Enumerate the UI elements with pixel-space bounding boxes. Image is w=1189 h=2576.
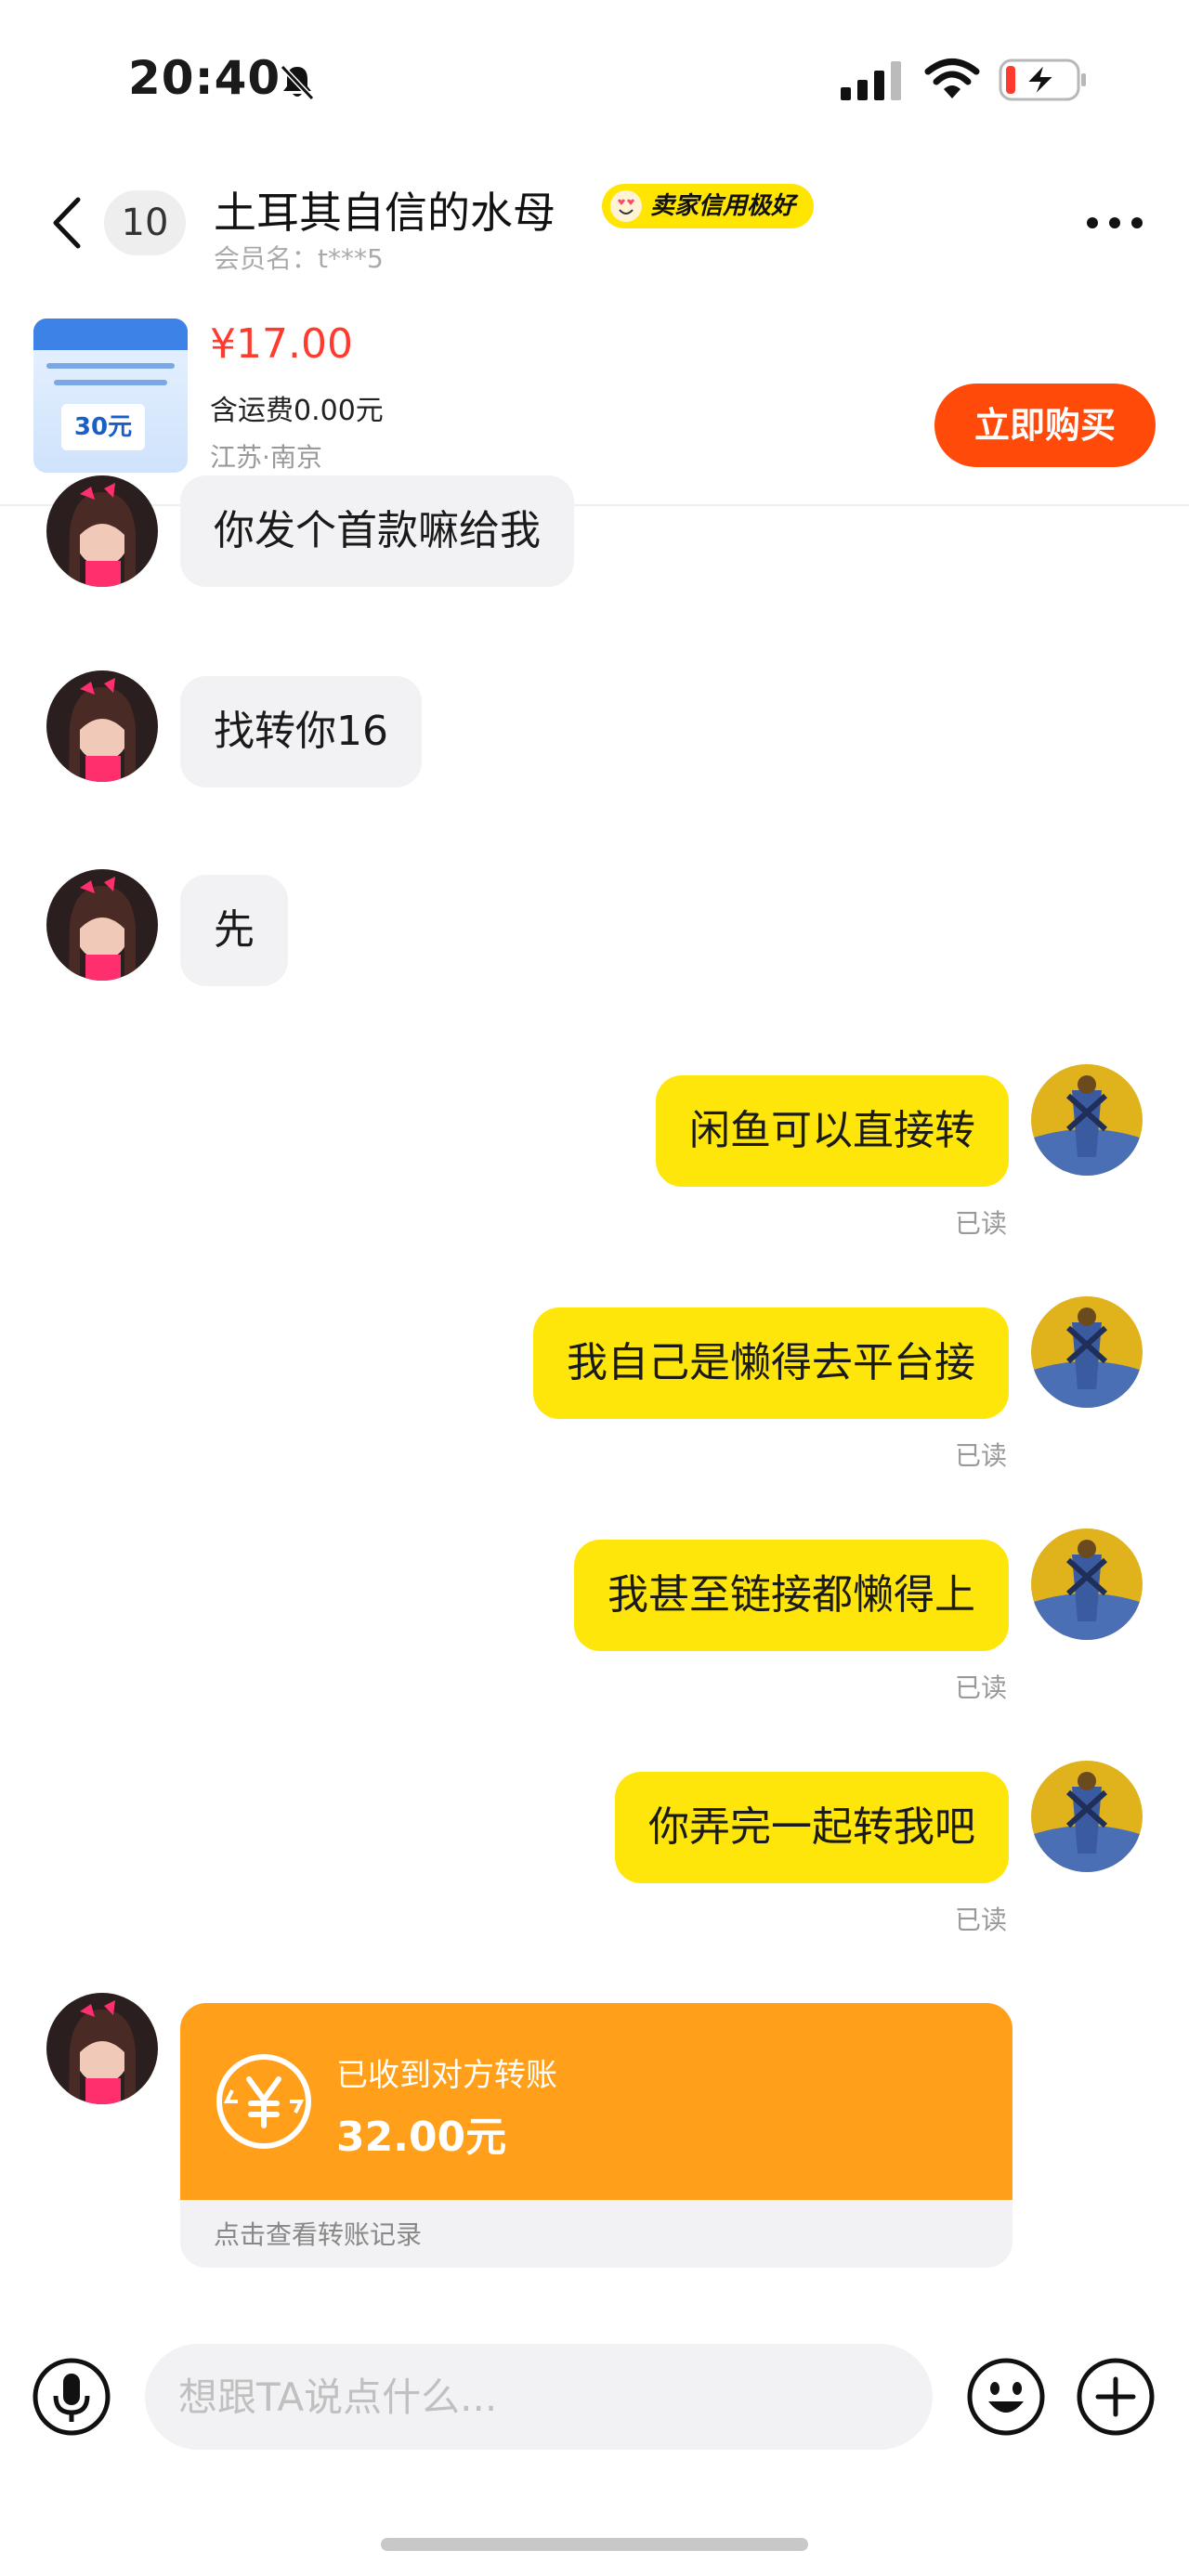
buyer-avatar[interactable] <box>46 475 158 587</box>
read-status: 已读 <box>955 1440 1008 1471</box>
status-bar: 20:40 <box>0 0 1189 163</box>
seller-avatar-image <box>1031 1064 1143 1176</box>
seller-credit-label: 卖家信用极好 <box>650 192 796 220</box>
emoji-icon[interactable] <box>966 2357 1046 2437</box>
thumbnail-price: 30元 <box>61 404 145 450</box>
transfer-card[interactable]: 已收到对方转账 32.00元 点击查看转账记录 <box>180 2003 1013 2268</box>
chat-title: 土耳其自信的水母 <box>214 188 555 238</box>
buyer-avatar[interactable] <box>46 1993 158 2104</box>
seller-avatar[interactable] <box>1031 1761 1143 1872</box>
more-options-icon[interactable] <box>1085 209 1144 237</box>
view-transfer-record-link[interactable]: 点击查看转账记录 <box>214 2215 422 2252</box>
buyer-avatar-image <box>46 1993 158 2104</box>
transfer-card-body: 已收到对方转账 32.00元 <box>180 2003 1013 2200</box>
product-location: 江苏·南京 <box>210 442 322 473</box>
thumbnail-text-line <box>46 363 175 369</box>
thumbnail-text-line <box>54 380 167 385</box>
message-bubble[interactable]: 先 <box>180 875 288 986</box>
product-price: ¥17.00 <box>210 320 353 368</box>
yen-transfer-icon <box>216 2054 311 2149</box>
buy-now-button[interactable]: 立即购买 <box>934 384 1156 467</box>
message-bubble[interactable]: 你弄完一起转我吧 <box>615 1772 1009 1883</box>
wifi-icon <box>924 59 980 98</box>
product-card[interactable]: 30元 ¥17.00 含运费0.00元 江苏·南京 立即购买 <box>0 302 1189 506</box>
seller-avatar-image <box>1031 1761 1143 1872</box>
add-attachment-icon[interactable] <box>1076 2357 1156 2437</box>
seller-avatar[interactable] <box>1031 1529 1143 1640</box>
home-indicator[interactable] <box>381 2538 808 2551</box>
message-bubble[interactable]: 我甚至链接都懒得上 <box>574 1540 1009 1651</box>
product-thumbnail[interactable]: 30元 <box>33 319 188 473</box>
thumbnail-banner <box>33 319 188 350</box>
buyer-avatar-image <box>46 475 158 587</box>
battery-charging-icon <box>999 59 1086 101</box>
bell-muted-icon <box>280 64 315 101</box>
transfer-title: 已收到对方转账 <box>336 2057 557 2094</box>
transfer-amount: 32.00元 <box>336 2114 507 2161</box>
message-bubble[interactable]: 我自己是懒得去平台接 <box>533 1308 1009 1419</box>
status-time: 20:40 <box>128 51 281 105</box>
buyer-avatar[interactable] <box>46 670 158 782</box>
back-chevron-icon[interactable] <box>45 190 91 255</box>
message-bubble[interactable]: 闲鱼可以直接转 <box>656 1075 1009 1187</box>
member-name: 会员名：t***5 <box>214 243 384 274</box>
read-status: 已读 <box>955 1208 1008 1239</box>
message-bubble[interactable]: 找转你16 <box>180 676 422 787</box>
message-input-bar <box>0 2331 1189 2470</box>
seller-avatar-image <box>1031 1296 1143 1408</box>
voice-input-icon[interactable] <box>32 2357 111 2437</box>
buyer-avatar[interactable] <box>46 869 158 981</box>
product-shipping: 含运费0.00元 <box>210 395 384 427</box>
seller-credit-badge[interactable]: 卖家信用极好 <box>602 184 815 228</box>
message-input[interactable] <box>145 2344 933 2450</box>
read-status: 已读 <box>955 1905 1008 1935</box>
read-status: 已读 <box>955 1672 1008 1703</box>
message-bubble[interactable]: 你发个首款嘛给我 <box>180 475 574 587</box>
cellular-signal-icon <box>841 61 901 100</box>
seller-avatar[interactable] <box>1031 1064 1143 1176</box>
seller-avatar-image <box>1031 1529 1143 1640</box>
buyer-avatar-image <box>46 869 158 981</box>
unread-count-badge[interactable]: 10 <box>104 190 186 255</box>
seller-avatar[interactable] <box>1031 1296 1143 1408</box>
heart-eyes-emoji-icon <box>610 190 642 222</box>
chat-header: 10 土耳其自信的水母 卖家信用极好 会员名：t***5 <box>0 163 1189 302</box>
buyer-avatar-image <box>46 670 158 782</box>
